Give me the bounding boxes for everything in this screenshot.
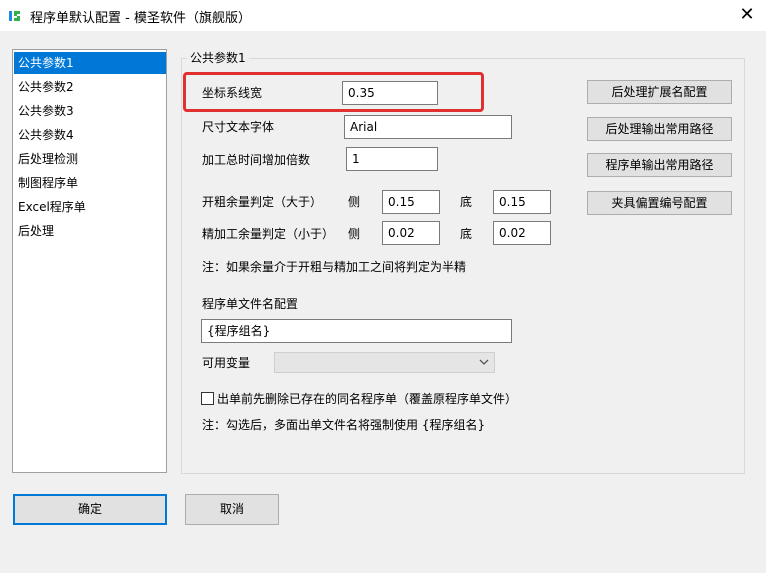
rough-side-label: 侧 bbox=[348, 195, 361, 209]
sidebar-item-common-params-3[interactable]: 公共参数3 bbox=[14, 100, 166, 122]
delete-existing-checkbox[interactable] bbox=[201, 392, 214, 405]
ok-button[interactable]: 确定 bbox=[13, 494, 167, 525]
variables-dropdown[interactable] bbox=[274, 352, 495, 373]
sidebar-item-excel-sheet[interactable]: Excel程序单 bbox=[14, 196, 166, 218]
delete-existing-label[interactable]: 出单前先删除已存在的同名程序单（覆盖原程序单文件） bbox=[217, 391, 517, 407]
filename-note: 注：勾选后，多面出单文件名将强制使用 {程序组名} bbox=[202, 418, 486, 432]
group-title: 公共参数1 bbox=[187, 49, 249, 66]
time-multiplier-input[interactable]: 1 bbox=[346, 147, 438, 171]
time-multiplier-label: 加工总时间增加倍数 bbox=[202, 153, 311, 167]
chevron-down-icon bbox=[479, 359, 489, 365]
finish-side-label: 侧 bbox=[348, 227, 361, 241]
sheet-output-path-button[interactable]: 程序单输出常用路径 bbox=[587, 153, 732, 177]
rough-allowance-label: 开粗余量判定（大于） bbox=[202, 195, 323, 209]
sidebar-item-drawing-sheet[interactable]: 制图程序单 bbox=[14, 172, 166, 194]
rough-bottom-label: 底 bbox=[460, 195, 473, 209]
dim-font-input[interactable]: Arial bbox=[344, 115, 512, 139]
finish-allowance-label: 精加工余量判定（小于） bbox=[202, 227, 335, 241]
app-logo-icon bbox=[9, 11, 20, 21]
category-list[interactable]: 公共参数1 公共参数2 公共参数3 公共参数4 后处理检测 制图程序单 Exce… bbox=[12, 49, 167, 473]
sidebar-item-common-params-2[interactable]: 公共参数2 bbox=[14, 76, 166, 98]
fixture-offset-config-button[interactable]: 夹具偏置编号配置 bbox=[587, 191, 732, 215]
filename-template-input[interactable]: {程序组名} bbox=[201, 319, 512, 343]
close-icon[interactable]: ✕ bbox=[735, 4, 759, 26]
rough-bottom-input[interactable]: 0.15 bbox=[493, 190, 551, 214]
rough-side-input[interactable]: 0.15 bbox=[382, 190, 440, 214]
finish-bottom-label: 底 bbox=[460, 227, 473, 241]
sidebar-item-common-params-4[interactable]: 公共参数4 bbox=[14, 124, 166, 146]
finish-side-input[interactable]: 0.02 bbox=[382, 221, 440, 245]
variables-label: 可用变量 bbox=[202, 356, 251, 370]
coord-width-label: 坐标系线宽 bbox=[202, 86, 263, 100]
dim-font-label: 尺寸文本字体 bbox=[202, 120, 275, 134]
coord-width-input[interactable]: 0.35 bbox=[342, 81, 438, 105]
sidebar-item-post-process[interactable]: 后处理 bbox=[14, 220, 166, 242]
finish-bottom-input[interactable]: 0.02 bbox=[493, 221, 551, 245]
sidebar-item-common-params-1[interactable]: 公共参数1 bbox=[14, 52, 166, 74]
sidebar-item-post-check[interactable]: 后处理检测 bbox=[14, 148, 166, 170]
post-ext-config-button[interactable]: 后处理扩展名配置 bbox=[587, 80, 732, 104]
allowance-note: 注：如果余量介于开粗与精加工之间将判定为半精 bbox=[202, 260, 467, 274]
filename-config-label: 程序单文件名配置 bbox=[202, 297, 299, 311]
cancel-button[interactable]: 取消 bbox=[185, 494, 279, 525]
post-output-path-button[interactable]: 后处理输出常用路径 bbox=[587, 117, 732, 141]
window-title: 程序单默认配置 - 模圣软件（旗舰版） bbox=[30, 11, 251, 26]
